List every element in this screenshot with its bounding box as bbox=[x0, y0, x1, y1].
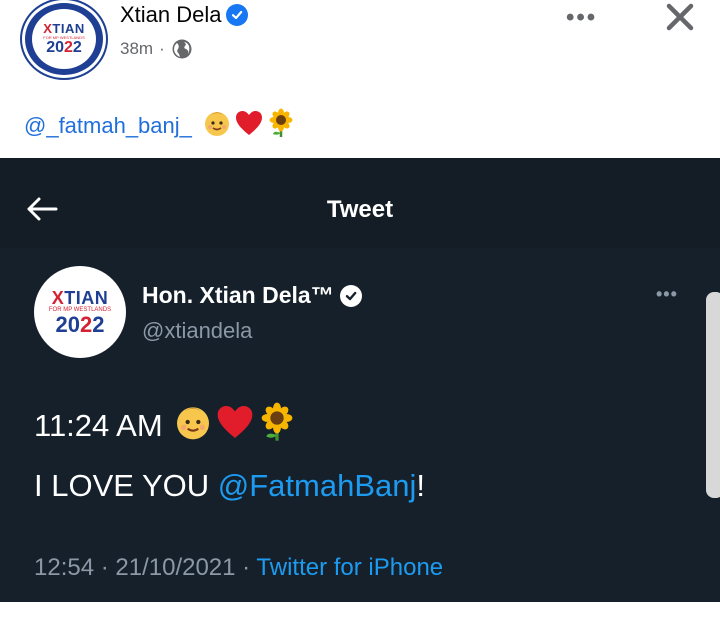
tweet-header-title: Tweet bbox=[326, 196, 394, 223]
campaign-logo: XTIAN FOR MP WESTLANDS 2022 bbox=[32, 9, 96, 69]
tweet-display-name-text: Hon. Xtian Dela™ bbox=[142, 282, 334, 308]
post-options-button[interactable]: ••• bbox=[566, 4, 597, 32]
post-time[interactable]: 38m bbox=[120, 39, 153, 59]
tweet-author-avatar: XTIAN FOR MP WESTLANDS 2022 bbox=[34, 266, 126, 358]
close-icon[interactable] bbox=[660, 0, 700, 34]
caption-emoji-row bbox=[202, 108, 296, 144]
tweet-more-icon: ••• bbox=[656, 284, 678, 304]
tweet-text-suffix: ! bbox=[416, 468, 426, 503]
post-header: XTIAN FOR MP WESTLANDS 2022 Xtian Dela 3… bbox=[0, 0, 720, 90]
meta-separator: · bbox=[159, 39, 165, 58]
post-meta: 38m · bbox=[120, 38, 193, 60]
tweet-time-text: 11:24 AM bbox=[34, 408, 163, 443]
tweet-timestamp: 12:54 · 21/10/2021 · bbox=[34, 554, 257, 581]
tweet-footer: 12:54 · 21/10/2021 · Twitter for iPhone bbox=[34, 554, 443, 582]
red-heart-emoji bbox=[234, 108, 264, 144]
tweet-handle: @xtiandela bbox=[142, 318, 253, 343]
tweet-mention: @FatmahBanj bbox=[217, 468, 417, 503]
tweet-top-bar: Tweet bbox=[0, 158, 720, 248]
tweet-source: Twitter for iPhone bbox=[256, 554, 444, 581]
red-heart-emoji bbox=[215, 402, 255, 450]
sunflower-emoji bbox=[257, 402, 297, 450]
author-name-text[interactable]: Xtian Dela bbox=[120, 2, 222, 28]
author-avatar[interactable]: XTIAN FOR MP WESTLANDS 2022 bbox=[22, 0, 106, 78]
tweet-emoji-row bbox=[173, 402, 297, 450]
sunflower-emoji bbox=[266, 108, 296, 144]
tweet-display-name: Hon. Xtian Dela™ bbox=[142, 282, 362, 309]
tweet-screenshot[interactable]: Tweet XTIAN FOR MP WESTLANDS 2022 Hon. X… bbox=[0, 158, 720, 602]
scrollbar bbox=[706, 292, 720, 498]
verified-badge-icon bbox=[225, 4, 248, 26]
globe-icon[interactable] bbox=[171, 38, 193, 60]
tweet-text-line-1: 11:24 AM bbox=[34, 402, 297, 450]
baby-face-emoji bbox=[202, 108, 232, 144]
author-name[interactable]: Xtian Dela bbox=[120, 2, 248, 28]
caption-mention-link[interactable]: @_fatmah_banj_ bbox=[24, 113, 192, 139]
verified-badge-icon bbox=[339, 284, 362, 307]
tweet-text-prefix: I LOVE YOU bbox=[34, 468, 218, 503]
baby-face-emoji bbox=[173, 402, 213, 450]
tweet-text-line-2: I LOVE YOU @FatmahBanj! bbox=[34, 468, 425, 504]
post-caption: @_fatmah_banj_ bbox=[24, 108, 296, 144]
